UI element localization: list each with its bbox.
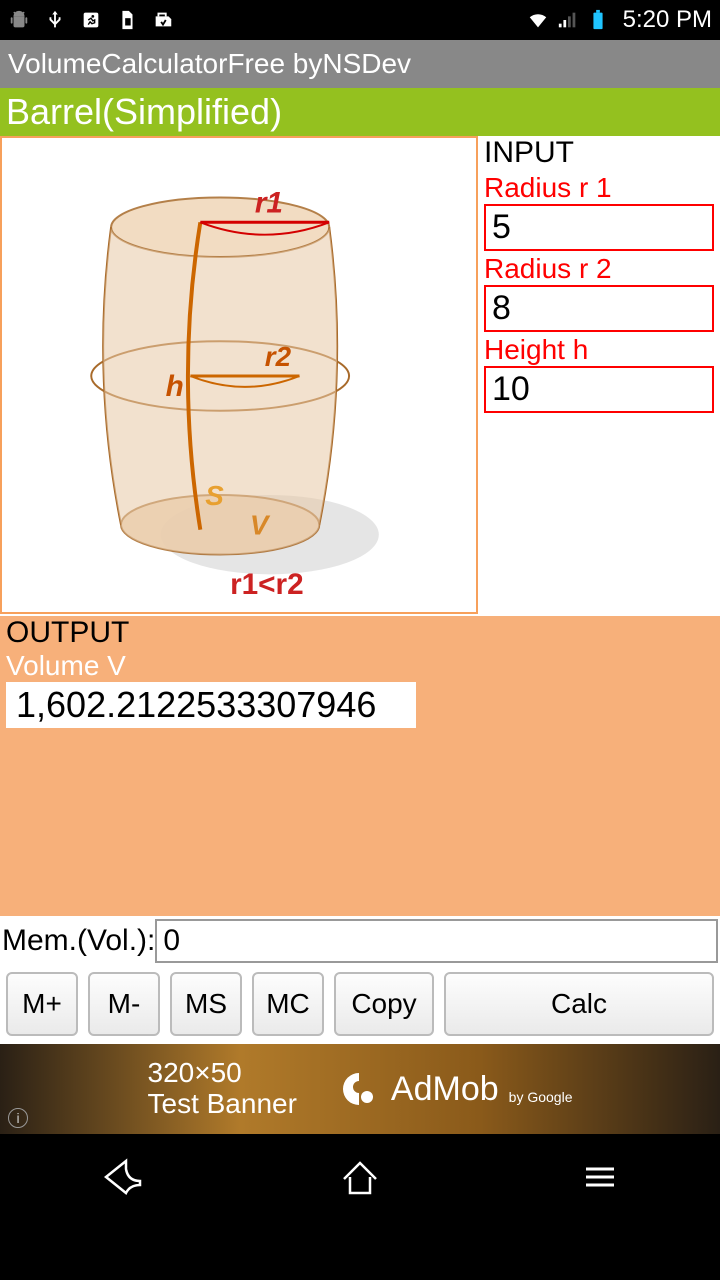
- ad-info-icon[interactable]: i: [8, 1108, 28, 1128]
- svg-text:r2: r2: [265, 341, 292, 372]
- memory-row: Mem.(Vol.):: [0, 916, 720, 966]
- output-header: OUTPUT: [6, 616, 714, 650]
- calc-button[interactable]: Calc: [444, 972, 714, 1036]
- status-bar: 5:20 PM: [0, 0, 720, 40]
- svg-text:h: h: [166, 370, 184, 403]
- storage-icon: [152, 9, 174, 31]
- usb-icon: [44, 9, 66, 31]
- mc-button[interactable]: MC: [252, 972, 324, 1036]
- app-title: VolumeCalculatorFree byNSDev: [0, 40, 720, 88]
- label-r2: Radius r 2: [484, 253, 714, 285]
- svg-text:r1<r2: r1<r2: [230, 568, 304, 601]
- ad-brand: AdMob: [391, 1070, 499, 1109]
- input-r1[interactable]: [484, 204, 714, 251]
- android-icon: [8, 9, 30, 31]
- svg-text:S: S: [205, 480, 224, 511]
- svg-text:r1: r1: [255, 186, 283, 219]
- output-panel: OUTPUT Volume V 1,602.2122533307946: [0, 616, 720, 916]
- ad-banner[interactable]: i 320×50 Test Banner AdMob by Google: [0, 1044, 720, 1134]
- ad-line2: Test Banner: [148, 1089, 297, 1120]
- m-minus-button[interactable]: M-: [88, 972, 160, 1036]
- buttons-row: M+ M- MS MC Copy Calc: [0, 966, 720, 1044]
- output-value: 1,602.2122533307946: [6, 682, 416, 728]
- nav-bar: [0, 1134, 720, 1220]
- shape-title: Barrel(Simplified): [0, 88, 720, 136]
- m-plus-button[interactable]: M+: [6, 972, 78, 1036]
- menu-icon[interactable]: [576, 1153, 624, 1201]
- home-icon[interactable]: [336, 1153, 384, 1201]
- battery-icon: [587, 9, 609, 31]
- copy-button[interactable]: Copy: [334, 972, 434, 1036]
- signal-icon: [557, 9, 579, 31]
- input-r2[interactable]: [484, 285, 714, 332]
- sim-icon: [116, 9, 138, 31]
- input-panel: INPUT Radius r 1 Radius r 2 Height h: [478, 136, 720, 616]
- ad-line1: 320×50: [148, 1058, 297, 1089]
- label-r1: Radius r 1: [484, 172, 714, 204]
- ad-by: by Google: [509, 1089, 573, 1105]
- input-header: INPUT: [484, 136, 714, 170]
- ms-button[interactable]: MS: [170, 972, 242, 1036]
- running-icon: [80, 9, 102, 31]
- output-label: Volume V: [6, 650, 714, 682]
- back-icon[interactable]: [96, 1153, 144, 1201]
- barrel-diagram: r1 r2 h S V r1<r2: [0, 136, 478, 614]
- wifi-icon: [527, 9, 549, 31]
- memory-label: Mem.(Vol.):: [2, 924, 155, 958]
- clock: 5:20 PM: [623, 6, 712, 34]
- input-h[interactable]: [484, 366, 714, 413]
- admob-icon: [337, 1067, 381, 1111]
- memory-input[interactable]: [155, 919, 718, 963]
- label-h: Height h: [484, 334, 714, 366]
- svg-text:V: V: [250, 510, 271, 541]
